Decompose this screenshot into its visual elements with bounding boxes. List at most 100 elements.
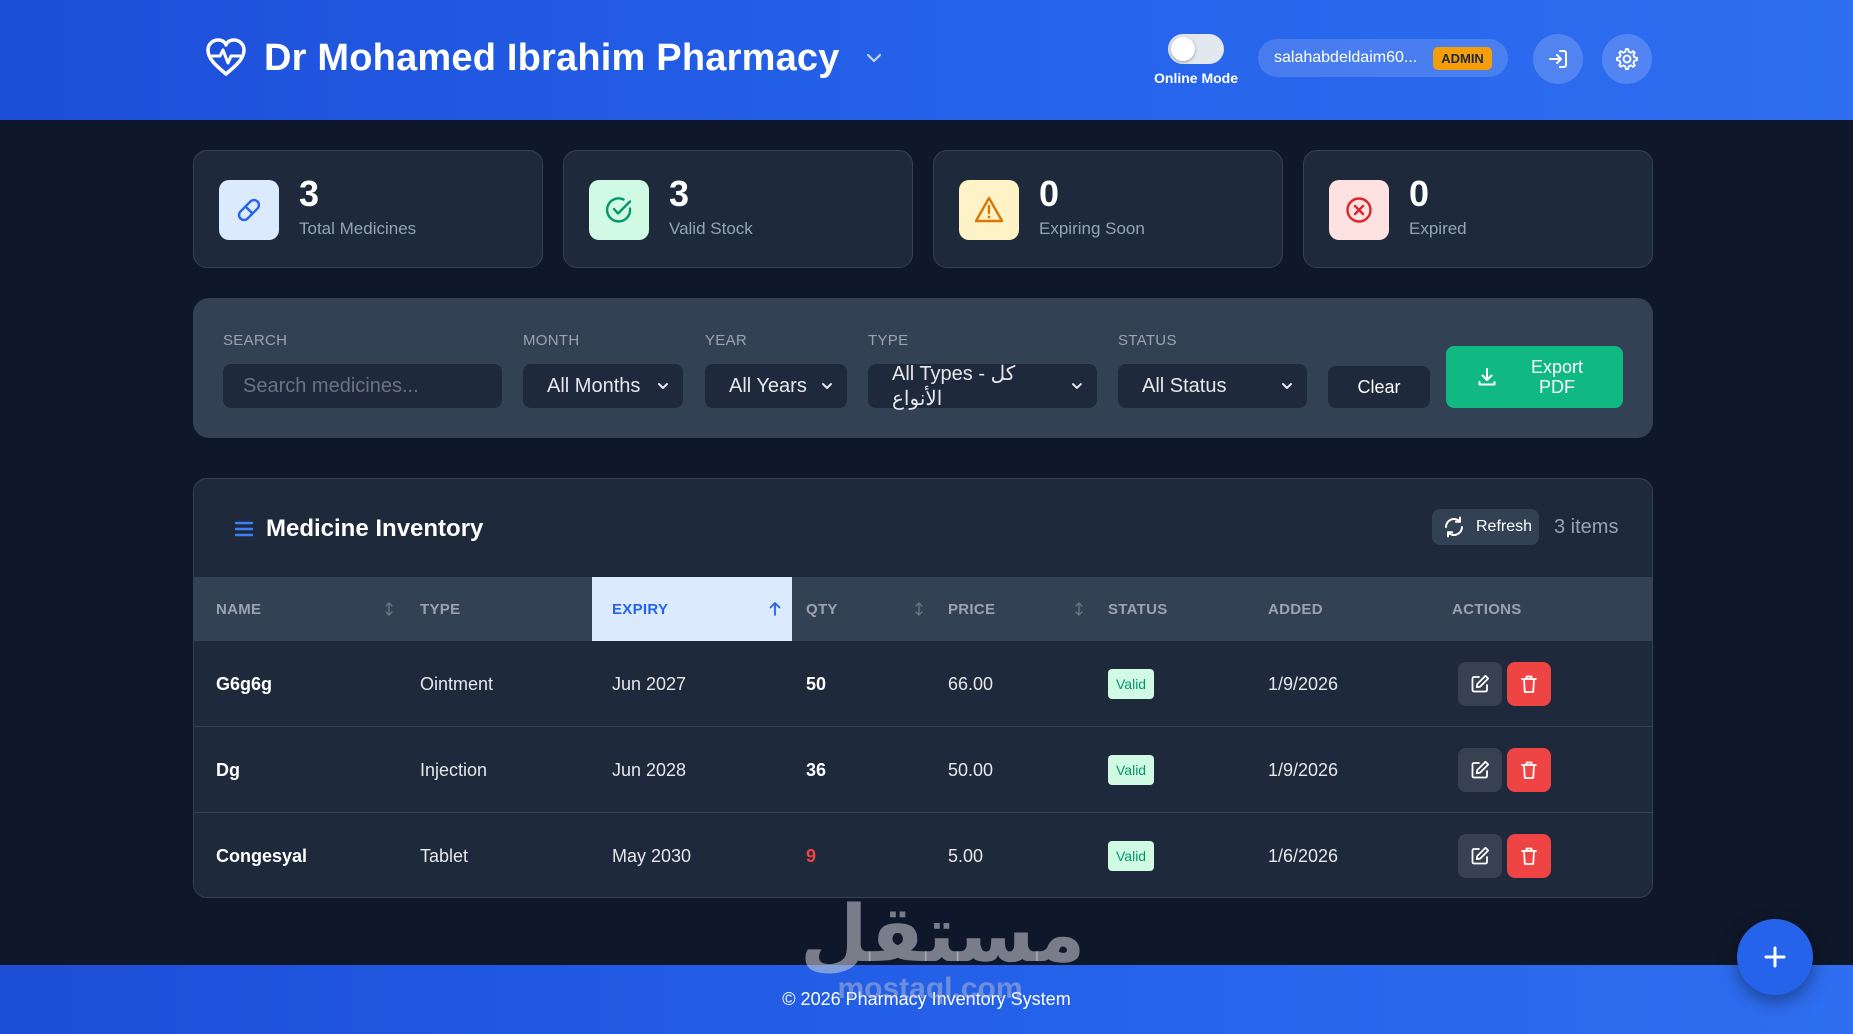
cell-name: Congesyal	[216, 845, 308, 866]
status-select-value: All Status	[1142, 374, 1227, 397]
trash-icon	[1521, 847, 1537, 865]
stat-value: 0	[1409, 173, 1430, 214]
status-badge: Valid	[1108, 755, 1155, 785]
stat-card-expired: 0 Expired	[1303, 150, 1653, 268]
year-select[interactable]: All Years	[705, 364, 847, 408]
cell-type: Injection	[420, 759, 488, 780]
cell-name: G6g6g	[216, 673, 273, 694]
edit-icon	[1471, 674, 1490, 693]
logout-button[interactable]	[1533, 34, 1583, 84]
settings-button[interactable]	[1602, 34, 1652, 84]
stat-value: 3	[299, 173, 320, 214]
type-select[interactable]: All Types - كل الأنواع	[868, 363, 1097, 410]
online-mode-toggle-group: Online Mode	[1150, 34, 1242, 86]
app-header: Dr Mohamed Ibrahim Pharmacy Online Mode …	[0, 0, 1853, 120]
export-label: Export PDF	[1530, 357, 1584, 397]
online-mode-label: Online Mode	[1154, 70, 1238, 86]
month-select-value: All Months	[547, 374, 641, 397]
sort-icon	[915, 602, 923, 616]
table-row: Dg Injection Jun 2028 36 50.00 Valid 1/9…	[194, 727, 1652, 813]
sort-icon	[1075, 602, 1083, 616]
user-pill[interactable]: salahabdeldaim60... ADMIN	[1258, 39, 1508, 77]
watermark: مستقل	[800, 890, 1086, 980]
month-label: MONTH	[523, 332, 580, 349]
column-header-label: PRICE	[948, 600, 996, 618]
edit-button[interactable]	[1458, 662, 1502, 706]
cell-added: 1/6/2026	[1268, 845, 1339, 866]
cell-qty: 36	[806, 759, 827, 780]
column-header-name[interactable]: NAME	[194, 577, 404, 641]
cell-expiry: May 2030	[612, 845, 692, 866]
column-header-label: NAME	[216, 600, 262, 618]
edit-icon	[1471, 760, 1490, 779]
status-badge: Valid	[1108, 841, 1155, 871]
trash-icon	[1521, 761, 1537, 779]
heart-pulse-icon	[206, 38, 246, 76]
search-input[interactable]: Search medicines...	[223, 364, 502, 408]
refresh-button[interactable]: Refresh	[1432, 509, 1539, 545]
download-icon	[1478, 368, 1496, 386]
column-header-status: STATUS	[1092, 577, 1252, 641]
warning-icon	[959, 180, 1019, 240]
edit-button[interactable]	[1458, 748, 1502, 792]
status-label: STATUS	[1118, 332, 1177, 349]
column-header-added: ADDED	[1252, 577, 1437, 641]
refresh-label: Refresh	[1476, 518, 1533, 535]
chevron-down-icon	[658, 383, 668, 389]
arrow-up-icon	[769, 602, 781, 616]
inventory-header: Medicine Inventory	[234, 515, 483, 543]
cell-type: Ointment	[420, 673, 494, 694]
column-header-label: STATUS	[1108, 600, 1168, 618]
export-pdf-button[interactable]: Export PDF	[1446, 346, 1623, 408]
status-badge: Valid	[1108, 669, 1155, 699]
table-header: NAME TYPE EXPIRY QTY PRICE STATUS ADDED …	[194, 577, 1652, 641]
chevron-down-icon	[1282, 383, 1292, 389]
column-header-expiry[interactable]: EXPIRY	[592, 577, 792, 641]
column-header-type[interactable]: TYPE	[404, 577, 590, 641]
column-header-label: EXPIRY	[612, 600, 669, 618]
cell-qty: 50	[806, 673, 827, 694]
stat-label: Total Medicines	[299, 219, 417, 238]
status-select[interactable]: All Status	[1118, 364, 1307, 408]
cell-qty: 9	[806, 845, 817, 866]
chevron-down-icon	[822, 383, 832, 389]
check-circle-icon	[589, 180, 649, 240]
stat-card-total: 3 Total Medicines	[193, 150, 543, 268]
refresh-icon	[1445, 516, 1463, 538]
filter-panel: SEARCH Search medicines... MONTH All Mon…	[193, 298, 1653, 438]
cell-expiry: Jun 2027	[612, 673, 687, 694]
trash-icon	[1521, 675, 1537, 693]
role-badge: ADMIN	[1433, 46, 1492, 70]
cell-type: Tablet	[420, 845, 469, 866]
type-select-value: All Types - كل الأنواع	[892, 363, 1016, 410]
sort-icon	[385, 602, 393, 616]
type-label: TYPE	[868, 332, 909, 349]
column-header-actions: ACTIONS	[1437, 577, 1652, 641]
plus-icon	[1764, 946, 1786, 968]
table-row: Congesyal Tablet May 2030 9 5.00 Valid 1…	[194, 813, 1652, 897]
add-medicine-button[interactable]	[1737, 919, 1813, 995]
brand[interactable]: Dr Mohamed Ibrahim Pharmacy	[204, 36, 884, 80]
online-mode-toggle[interactable]	[1168, 34, 1224, 64]
x-circle-icon	[1329, 180, 1389, 240]
column-header-label: ACTIONS	[1452, 600, 1522, 618]
delete-button[interactable]	[1507, 834, 1551, 878]
cell-price: 5.00	[948, 845, 984, 866]
column-header-qty[interactable]: QTY	[792, 577, 932, 641]
month-select[interactable]: All Months	[523, 364, 683, 408]
edit-button[interactable]	[1458, 834, 1502, 878]
cell-name: Dg	[216, 759, 240, 780]
column-header-price[interactable]: PRICE	[932, 577, 1092, 641]
stat-label: Expired	[1409, 219, 1467, 238]
list-icon	[234, 521, 254, 537]
delete-button[interactable]	[1507, 662, 1551, 706]
clear-filters-button[interactable]: Clear	[1328, 366, 1430, 408]
year-select-value: All Years	[729, 374, 807, 397]
delete-button[interactable]	[1507, 748, 1551, 792]
edit-icon	[1471, 846, 1490, 865]
user-email: salahabdeldaim60...	[1274, 49, 1418, 66]
cell-expiry: Jun 2028	[612, 759, 687, 780]
gear-icon	[1616, 48, 1638, 70]
column-header-label: QTY	[806, 600, 838, 618]
chevron-down-icon[interactable]	[864, 48, 884, 68]
